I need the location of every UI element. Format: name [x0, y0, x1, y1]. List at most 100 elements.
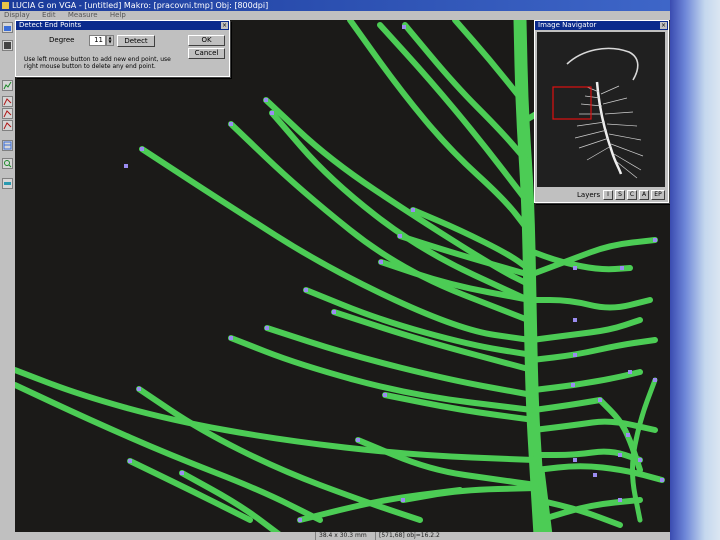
end-point-marker[interactable]	[660, 478, 664, 482]
end-point-marker[interactable]	[598, 398, 602, 402]
navigator-title-bar: Image Navigator ×	[535, 21, 668, 30]
layers-label: Layers	[577, 191, 601, 199]
end-point-marker[interactable]	[620, 266, 624, 270]
end-point-marker[interactable]	[638, 458, 642, 462]
layer-s-button[interactable]: S	[615, 190, 625, 200]
histogram-icon[interactable]	[2, 80, 13, 91]
lateral-root	[377, 22, 529, 203]
detect-endpoints-dialog: Detect End Points × Degree 11 ▲ ▼ Detect …	[15, 20, 230, 77]
end-point-marker[interactable]	[379, 260, 383, 264]
end-point-marker[interactable]	[402, 25, 406, 29]
save-icon[interactable]	[2, 40, 13, 51]
lateral-root	[529, 317, 643, 343]
lateral-root	[355, 437, 539, 488]
end-point-marker[interactable]	[573, 353, 577, 357]
end-point-marker[interactable]	[124, 164, 128, 168]
menu-help[interactable]: Help	[110, 11, 126, 19]
lateral-root	[529, 337, 658, 363]
detect-button[interactable]: Detect	[117, 35, 155, 47]
table-icon[interactable]	[2, 140, 13, 151]
lateral-root	[347, 20, 531, 233]
lateral-root	[127, 458, 253, 523]
layer-ep-button[interactable]: EP	[651, 190, 665, 200]
close-icon[interactable]: ×	[660, 22, 667, 29]
zoom-icon[interactable]	[2, 158, 13, 169]
end-point-marker[interactable]	[573, 458, 577, 462]
end-point-marker[interactable]	[229, 122, 233, 126]
thumbnail-root-loop	[566, 47, 639, 81]
lateral-root	[179, 470, 283, 535]
end-point-marker[interactable]	[626, 433, 630, 437]
lateral-root	[531, 369, 643, 393]
end-point-marker[interactable]	[304, 288, 308, 292]
lateral-root	[630, 377, 658, 523]
end-point-marker[interactable]	[571, 383, 575, 387]
menu-edit[interactable]: Edit	[42, 11, 56, 19]
open-icon[interactable]	[2, 22, 13, 33]
app-icon	[2, 2, 9, 9]
lateral-root	[331, 309, 535, 373]
end-point-marker[interactable]	[270, 111, 274, 115]
window-title-bar: LUCIA G on VGA - [untitled] Makro: [prac…	[0, 0, 670, 11]
degree-stepper[interactable]: ▲ ▼	[106, 35, 114, 46]
measure-icon[interactable]	[2, 120, 13, 131]
layer-a-button[interactable]: A	[639, 190, 649, 200]
lateral-root	[402, 22, 529, 163]
end-point-marker[interactable]	[628, 370, 632, 374]
menu-bar: Display Edit Measure Help	[0, 11, 670, 20]
close-icon[interactable]: ×	[221, 22, 228, 29]
calibration-icon[interactable]	[2, 178, 13, 189]
degree-label: Degree	[49, 36, 75, 44]
end-point-marker[interactable]	[264, 98, 268, 102]
lateral-root	[533, 463, 665, 483]
measure-icon[interactable]	[2, 96, 13, 107]
layer-i-button[interactable]: I	[603, 190, 613, 200]
lateral-root	[533, 448, 643, 463]
lateral-root	[531, 397, 603, 413]
dialog-title: Detect End Points	[19, 21, 82, 29]
dialog-title-bar: Detect End Points ×	[16, 21, 229, 30]
menu-display[interactable]: Display	[4, 11, 30, 19]
end-point-marker[interactable]	[140, 147, 144, 151]
end-point-marker[interactable]	[618, 498, 622, 502]
layers-bar: Layers I S C A EP	[535, 189, 668, 201]
end-point-marker[interactable]	[653, 378, 657, 382]
end-point-marker[interactable]	[618, 453, 622, 457]
end-point-marker[interactable]	[180, 471, 184, 475]
status-info: [571,68] obj=16.2.2	[375, 532, 495, 540]
ok-button[interactable]: OK	[188, 35, 225, 46]
end-point-marker[interactable]	[573, 318, 577, 322]
end-point-marker[interactable]	[401, 498, 405, 502]
end-point-marker[interactable]	[229, 336, 233, 340]
end-point-marker[interactable]	[265, 326, 269, 330]
lateral-root	[527, 297, 653, 311]
lateral-root	[452, 20, 525, 103]
thumbnail-lateral-roots	[574, 85, 644, 179]
layer-c-button[interactable]: C	[627, 190, 637, 200]
status-dimensions: 38.4 x 30.3 mm	[315, 532, 380, 540]
thumbnail-main-root	[595, 81, 623, 175]
end-point-marker[interactable]	[332, 310, 336, 314]
navigator-title: Image Navigator	[538, 21, 597, 29]
end-point-marker[interactable]	[128, 459, 132, 463]
end-point-marker[interactable]	[593, 473, 597, 477]
end-point-marker[interactable]	[383, 393, 387, 397]
cancel-button[interactable]: Cancel	[188, 48, 225, 59]
end-point-marker[interactable]	[653, 238, 657, 242]
end-point-marker[interactable]	[298, 518, 302, 522]
help-text: Use left mouse button to add new end poi…	[24, 56, 171, 70]
degree-field[interactable]: 11	[89, 35, 106, 46]
left-toolbar	[0, 20, 16, 540]
end-point-marker[interactable]	[411, 208, 415, 212]
end-point-marker[interactable]	[356, 438, 360, 442]
end-point-marker[interactable]	[137, 387, 141, 391]
window-title: LUCIA G on VGA - [untitled] Makro: [prac…	[12, 1, 269, 10]
end-point-marker[interactable]	[398, 234, 402, 238]
menu-measure[interactable]: Measure	[68, 11, 98, 19]
desktop-side-band	[670, 0, 720, 540]
status-bar: 38.4 x 30.3 mm [571,68] obj=16.2.2	[15, 532, 670, 540]
measure-icon[interactable]	[2, 108, 13, 119]
navigator-thumbnail[interactable]	[537, 32, 665, 187]
end-point-marker[interactable]	[573, 266, 577, 270]
lateral-root	[303, 287, 535, 358]
